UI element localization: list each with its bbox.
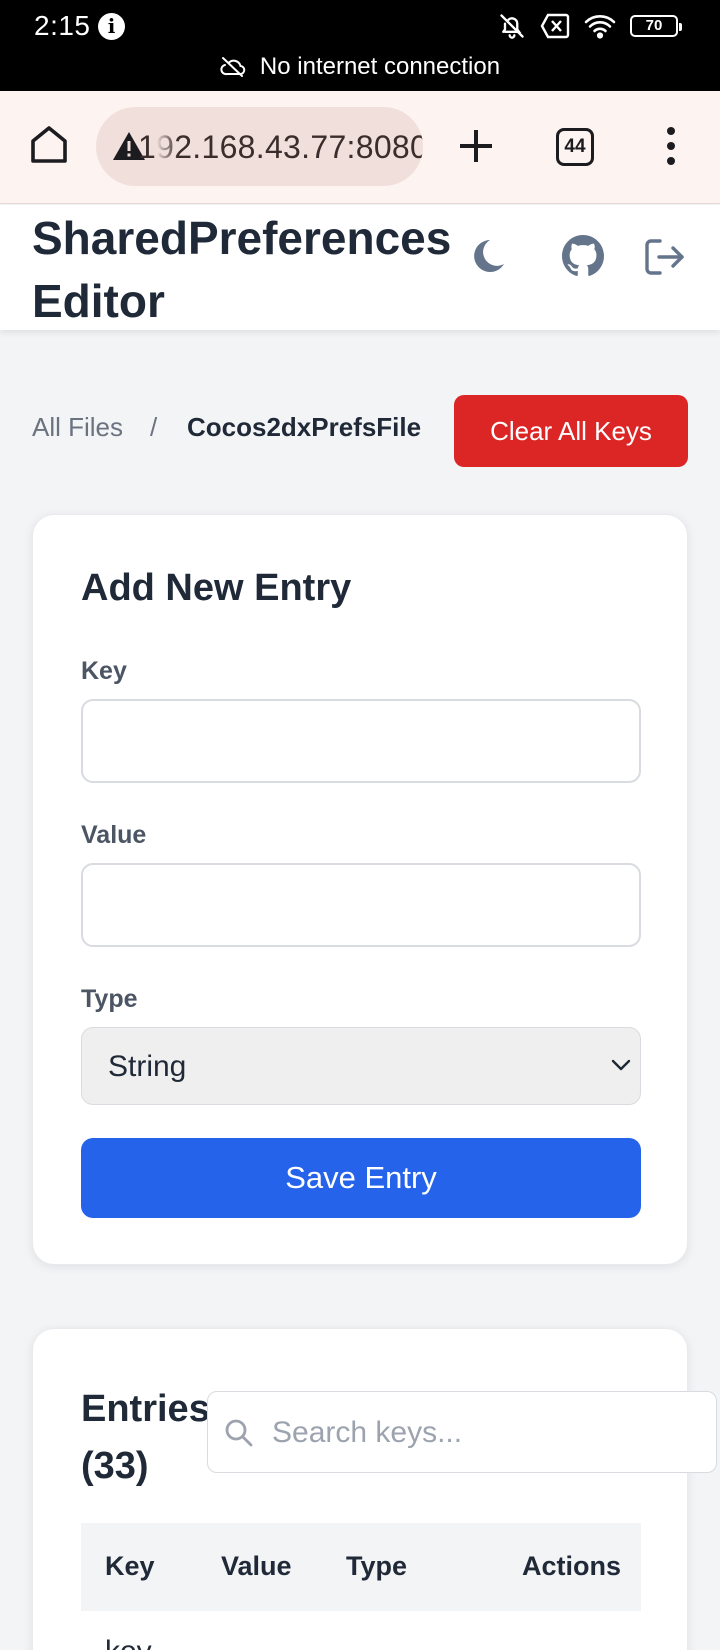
address-bar[interactable]: 192.168.43.77:8080 — [96, 107, 423, 186]
new-tab-icon[interactable] — [455, 125, 497, 167]
chevron-down-icon — [611, 1059, 631, 1071]
column-header-actions: Actions — [522, 1551, 622, 1581]
add-entry-title: Add New Entry — [81, 567, 352, 609]
app-header: SharedPreferences Editor — [0, 205, 720, 330]
entries-card: Entries (33) Search keys... Key Value Ty… — [32, 1328, 717, 1650]
no-sim-icon — [540, 13, 570, 39]
status-icons: 70 — [498, 12, 682, 40]
column-header-key: Key — [105, 1551, 155, 1581]
add-entry-card: Add New Entry Key Value Type String Save… — [32, 514, 688, 1265]
type-select-value: String — [108, 1050, 187, 1083]
logout-icon[interactable] — [643, 237, 685, 277]
wifi-icon — [584, 15, 616, 39]
key-input[interactable] — [81, 699, 641, 783]
home-icon[interactable] — [30, 124, 68, 164]
search-keys-input[interactable]: Search keys... — [207, 1391, 717, 1473]
search-icon — [225, 1419, 253, 1447]
status-bar: 2:15 i 70 No internet connection — [0, 0, 720, 91]
overflow-menu-icon[interactable] — [664, 125, 678, 167]
url-text[interactable]: 192.168.43.77:8080 — [138, 129, 423, 166]
info-icon: i — [98, 13, 125, 40]
app-title-line1: SharedPreferences — [32, 212, 452, 264]
github-icon[interactable] — [562, 235, 604, 277]
type-select[interactable]: String — [81, 1027, 641, 1105]
offline-text: No internet connection — [259, 53, 501, 80]
bell-off-icon — [500, 14, 524, 39]
column-header-type: Type — [346, 1551, 408, 1581]
status-time: 2:15 — [34, 10, 91, 41]
table-row-key: key — [105, 1635, 152, 1650]
breadcrumb-all-files-link[interactable]: All Files — [32, 412, 123, 443]
dark-mode-moon-icon[interactable] — [470, 238, 506, 276]
value-label: Value — [81, 821, 147, 849]
entries-count: (33) — [81, 1445, 149, 1487]
cloud-off-icon — [220, 57, 246, 77]
app-title: SharedPreferences Editor — [32, 207, 452, 333]
type-label: Type — [81, 985, 138, 1013]
save-entry-button[interactable]: Save Entry — [81, 1138, 641, 1218]
url-fade — [156, 107, 178, 186]
tab-switcher-button[interactable]: 44 — [556, 128, 594, 166]
entries-table-header: Key Value Type Actions — [81, 1523, 641, 1611]
breadcrumb-current-file: Cocos2dxPrefsFile — [187, 412, 422, 442]
entries-title-label: Entries — [81, 1388, 210, 1430]
breadcrumb-separator: / — [150, 412, 158, 442]
app-title-line2: Editor — [32, 275, 165, 327]
browser-toolbar: 192.168.43.77:8080 44 — [0, 91, 720, 204]
column-header-value: Value — [221, 1551, 292, 1581]
entries-title: Entries (33) — [81, 1381, 221, 1495]
key-label: Key — [81, 657, 127, 685]
clear-all-keys-button[interactable]: Clear All Keys — [454, 395, 688, 467]
search-placeholder: Search keys... — [272, 1416, 463, 1449]
battery-icon: 70 — [630, 15, 682, 37]
offline-banner: No internet connection — [0, 53, 720, 81]
value-input[interactable] — [81, 863, 641, 947]
